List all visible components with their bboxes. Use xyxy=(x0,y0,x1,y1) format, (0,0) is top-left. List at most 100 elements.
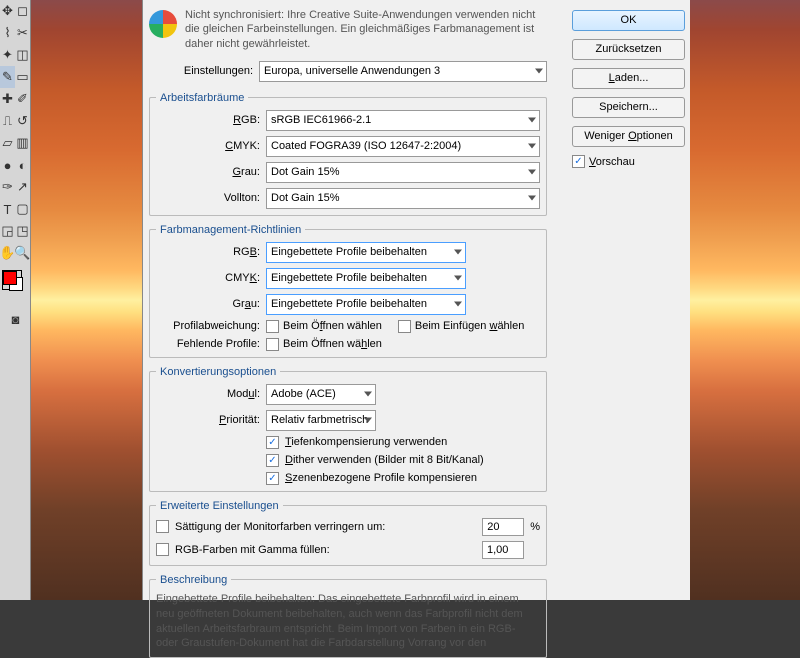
brush-tool[interactable]: ✐ xyxy=(15,88,30,110)
chevron-down-icon xyxy=(454,302,462,307)
p-gray-combo[interactable]: Eingebettete Profile beibehalten xyxy=(266,294,466,315)
dodge-tool[interactable]: ◐ xyxy=(15,154,30,176)
intent-combo[interactable]: Relativ farbmetrisch xyxy=(266,410,376,431)
chevron-down-icon xyxy=(528,118,536,123)
blur-tool[interactable]: ● xyxy=(0,154,15,176)
mismatch-paste-label: Beim Einfügen wählen xyxy=(415,320,524,332)
missing-open-check[interactable] xyxy=(266,338,279,351)
pen-tool[interactable]: ✑ xyxy=(0,176,15,198)
zoom-tool[interactable]: 🔍 xyxy=(15,242,30,264)
missing-open-label: Beim Öffnen wählen xyxy=(283,338,382,350)
crop-tool[interactable]: ✂ xyxy=(15,22,30,44)
dialog-sidebar: OK Zurücksetzen Laden... Speichern... We… xyxy=(562,0,690,178)
scene-check[interactable]: ✓ xyxy=(266,472,279,485)
chevron-down-icon xyxy=(528,170,536,175)
gray-label: Grau: xyxy=(156,166,260,178)
eyedropper-tool[interactable]: ✎ xyxy=(0,66,15,88)
marquee-tool[interactable]: ◻ xyxy=(15,0,30,22)
shape-tool[interactable]: ▢ xyxy=(15,198,30,220)
settings-combo[interactable]: Europa, universelle Anwendungen 3 xyxy=(259,61,547,82)
mismatch-label: Profilabweichung: xyxy=(156,320,260,332)
description-text: Eingebettete Profile beibehalten: Das ei… xyxy=(156,592,540,651)
gamma-label: RGB-Farben mit Gamma füllen: xyxy=(175,544,330,556)
blackpoint-label: Tiefenkompensierung verwenden xyxy=(285,436,447,448)
mismatch-open-check[interactable] xyxy=(266,320,279,333)
chevron-down-icon xyxy=(454,276,462,281)
chevron-down-icon xyxy=(364,418,372,423)
hand-tool[interactable]: ✋ xyxy=(0,242,15,264)
preview-check[interactable]: ✓ xyxy=(572,155,585,168)
p-rgb-combo[interactable]: Eingebettete Profile beibehalten xyxy=(266,242,466,263)
engine-combo[interactable]: Adobe (ACE) xyxy=(266,384,376,405)
advanced-group: Erweiterte Einstellungen Sättigung der M… xyxy=(149,500,547,566)
desat-input[interactable] xyxy=(482,518,524,536)
preview-label: Vorschau xyxy=(589,156,635,168)
gradient-tool[interactable]: ▥ xyxy=(15,132,30,154)
lasso-tool[interactable]: ⌇ xyxy=(0,22,15,44)
cmyk-label: CMYK: xyxy=(156,140,260,152)
spot-combo[interactable]: Dot Gain 15% xyxy=(266,188,540,209)
type-tool[interactable]: T xyxy=(0,198,15,220)
ruler-tool[interactable]: ▭ xyxy=(15,66,30,88)
engine-label: Modul: xyxy=(156,388,260,400)
3d-camera-tool[interactable]: ◳ xyxy=(15,220,30,242)
policies-legend: Farbmanagement-Richtlinien xyxy=(156,224,305,236)
3d-tool[interactable]: ◲ xyxy=(0,220,15,242)
tools-panel: ✥◻ ⌇✂ ✦◫ ✎▭ ✚✐ ⎍↺ ▱▥ ●◐ ✑↗ T▢ ◲◳ ✋🔍 ◙ xyxy=(0,0,31,600)
p-cmyk-label: CMYK: xyxy=(156,272,260,284)
cmyk-combo[interactable]: Coated FOGRA39 (ISO 12647-2:2004) xyxy=(266,136,540,157)
gray-combo[interactable]: Dot Gain 15% xyxy=(266,162,540,183)
chevron-down-icon xyxy=(364,392,372,397)
blackpoint-check[interactable]: ✓ xyxy=(266,436,279,449)
scene-label: Szenenbezogene Profile kompensieren xyxy=(285,472,477,484)
color-swatches[interactable] xyxy=(2,270,22,290)
mismatch-open-label: Beim Öffnen wählen xyxy=(283,320,382,332)
workspaces-group: Arbeitsfarbräume RGB: sRGB IEC61966-2.1 … xyxy=(149,92,547,216)
dialog-main: Nicht synchronisiert: Ihre Creative Suit… xyxy=(143,0,553,600)
spot-label: Vollton: xyxy=(156,192,260,204)
ok-button[interactable]: OK xyxy=(572,10,685,31)
sync-status-icon xyxy=(149,10,177,38)
description-group: Beschreibung Eingebettete Profile beibeh… xyxy=(149,574,547,658)
reset-button[interactable]: Zurücksetzen xyxy=(572,39,685,60)
chevron-down-icon xyxy=(528,196,536,201)
settings-value: Europa, universelle Anwendungen 3 xyxy=(264,65,440,77)
policies-group: Farbmanagement-Richtlinien RGB: Eingebet… xyxy=(149,224,547,358)
heal-tool[interactable]: ✚ xyxy=(0,88,15,110)
workspaces-legend: Arbeitsfarbräume xyxy=(156,92,248,104)
chevron-down-icon xyxy=(535,69,543,74)
wand-tool[interactable]: ✦ xyxy=(0,44,15,66)
percent-label: % xyxy=(530,521,540,533)
p-rgb-label: RGB: xyxy=(156,246,260,258)
dither-check[interactable]: ✓ xyxy=(266,454,279,467)
stamp-tool[interactable]: ⎍ xyxy=(0,110,15,132)
color-settings-dialog: Nicht synchronisiert: Ihre Creative Suit… xyxy=(142,0,690,600)
path-tool[interactable]: ↗ xyxy=(15,176,30,198)
desat-check[interactable] xyxy=(156,520,169,533)
quickmask-toggle[interactable]: ◙ xyxy=(0,308,31,330)
rgb-combo[interactable]: sRGB IEC61966-2.1 xyxy=(266,110,540,131)
sync-status-text: Nicht synchronisiert: Ihre Creative Suit… xyxy=(185,8,547,51)
conversion-group: Konvertierungsoptionen Modul: Adobe (ACE… xyxy=(149,366,547,492)
p-cmyk-combo[interactable]: Eingebettete Profile beibehalten xyxy=(266,268,466,289)
rgb-label: RGB: xyxy=(156,114,260,126)
load-button[interactable]: Laden... xyxy=(572,68,685,89)
dither-label: Dither verwenden (Bilder mit 8 Bit/Kanal… xyxy=(285,454,484,466)
fewer-options-button[interactable]: Weniger Optionen xyxy=(572,126,685,147)
intent-label: Priorität: xyxy=(156,414,260,426)
chevron-down-icon xyxy=(528,144,536,149)
settings-label: Einstellungen: xyxy=(177,65,253,77)
save-button[interactable]: Speichern... xyxy=(572,97,685,118)
mismatch-paste-check[interactable] xyxy=(398,320,411,333)
history-brush-tool[interactable]: ↺ xyxy=(15,110,30,132)
foreground-swatch[interactable] xyxy=(3,271,17,285)
description-legend: Beschreibung xyxy=(156,574,231,586)
gamma-input[interactable] xyxy=(482,541,524,559)
chevron-down-icon xyxy=(454,250,462,255)
gamma-check[interactable] xyxy=(156,543,169,556)
eraser-tool[interactable]: ▱ xyxy=(0,132,15,154)
move-tool[interactable]: ✥ xyxy=(0,0,15,22)
advanced-legend: Erweiterte Einstellungen xyxy=(156,500,283,512)
conversion-legend: Konvertierungsoptionen xyxy=(156,366,280,378)
slice-tool[interactable]: ◫ xyxy=(15,44,30,66)
